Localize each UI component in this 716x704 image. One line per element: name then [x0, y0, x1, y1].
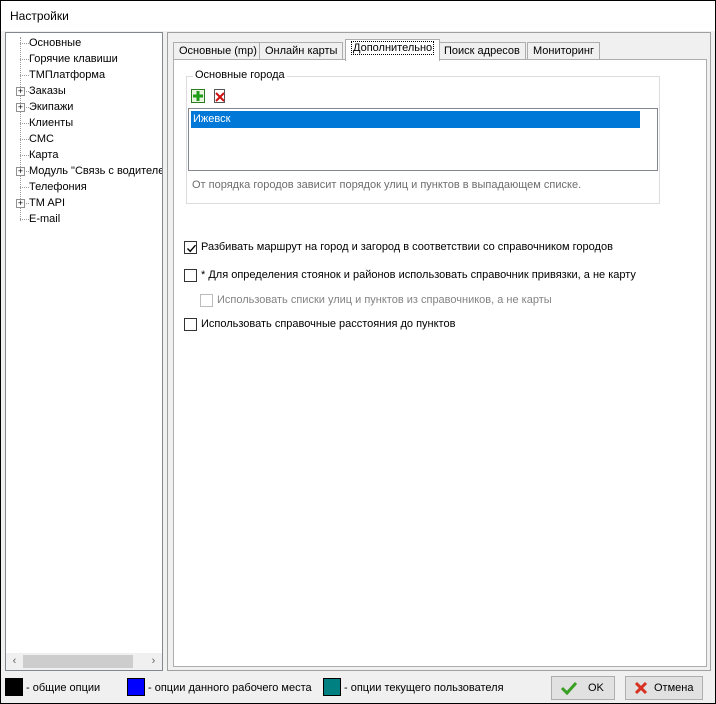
tree-item-email[interactable]: E-mail	[6, 211, 162, 227]
main-cities-group: Основные города Ижевск От порядка городо…	[186, 69, 660, 204]
checkbox-box[interactable]	[184, 269, 197, 282]
cross-icon	[634, 681, 648, 703]
legend-general-label: - общие опции	[26, 682, 101, 694]
expand-plus-icon[interactable]: +	[16, 199, 25, 208]
legend-workstation-label: - опции данного рабочего места	[148, 682, 312, 694]
expand-plus-icon[interactable]: +	[16, 87, 25, 96]
street-lists-checkbox: Использовать списки улиц и пунктов из сп…	[200, 293, 552, 309]
checkbox-box[interactable]	[184, 318, 197, 331]
legend-user-label: - опции текущего пользователя	[344, 682, 504, 694]
settings-content: Основные (mp) Онлайн карты Дополнительно…	[167, 32, 711, 671]
tree-horizontal-scrollbar[interactable]: ‹ ›	[6, 653, 162, 670]
tree-list: Основные Горячие клавиши ТМПлатформа + За…	[6, 35, 162, 655]
expand-plus-icon[interactable]: +	[16, 167, 25, 176]
reference-distances-checkbox[interactable]: Использовать справочные расстояния до пу…	[184, 317, 455, 333]
scroll-left-icon[interactable]: ‹	[6, 653, 23, 670]
tree-item-clients[interactable]: Клиенты	[6, 115, 162, 131]
scrollbar-thumb[interactable]	[23, 655, 133, 668]
group-title: Основные города	[193, 69, 287, 81]
tree-item-crews[interactable]: + Экипажи	[6, 99, 162, 115]
expand-plus-icon[interactable]: +	[16, 103, 25, 112]
tab-basic-mp[interactable]: Основные (mp)	[173, 42, 263, 60]
list-item-city[interactable]: Ижевск	[191, 111, 640, 128]
checkmark-icon	[186, 244, 197, 253]
tree-item-driver-module[interactable]: + Модуль "Связь с водителе	[6, 163, 162, 179]
tab-online-maps[interactable]: Онлайн карты	[259, 42, 344, 60]
ok-button[interactable]: OK	[551, 676, 615, 700]
tab-address-search[interactable]: Поиск адресов	[438, 42, 526, 60]
delete-icon[interactable]	[213, 89, 229, 105]
tree-item-tmplatform[interactable]: ТМПлатформа	[6, 67, 162, 83]
check-icon	[560, 681, 578, 703]
tab-advanced[interactable]: Дополнительно	[345, 39, 441, 61]
legend-swatch-general	[5, 678, 23, 696]
binding-directory-checkbox[interactable]: * Для определения стоянок и районов испо…	[184, 268, 636, 284]
tree-item-telephony[interactable]: Телефония	[6, 179, 162, 195]
checkbox-box	[200, 294, 213, 307]
tab-monitoring[interactable]: Мониторинг	[527, 42, 601, 60]
settings-window: Настройки Основные Горячие клавиши ТМПла…	[0, 0, 716, 704]
cities-note: От порядка городов зависит порядок улиц …	[192, 179, 582, 191]
settings-tree[interactable]: Основные Горячие клавиши ТМПлатформа + За…	[5, 32, 163, 671]
checkbox-box[interactable]	[184, 241, 197, 254]
tree-item-map[interactable]: Карта	[6, 147, 162, 163]
cancel-button[interactable]: Отмена	[625, 676, 703, 700]
tree-item-tm-api[interactable]: + TM API	[6, 195, 162, 211]
split-route-checkbox[interactable]: Разбивать маршрут на город и загород в с…	[184, 240, 613, 256]
cities-list[interactable]: Ижевск	[188, 108, 658, 171]
tree-item-sms[interactable]: СМС	[6, 131, 162, 147]
window-title: Настройки	[1, 1, 715, 31]
legend-swatch-workstation	[127, 678, 145, 696]
tree-item-orders[interactable]: + Заказы	[6, 83, 162, 99]
tree-item-basic[interactable]: Основные	[6, 35, 162, 51]
scroll-right-icon[interactable]: ›	[145, 653, 162, 670]
tree-item-hotkeys[interactable]: Горячие клавиши	[6, 51, 162, 67]
add-icon[interactable]	[191, 89, 207, 105]
tab-page-advanced: Основные города Ижевск От порядка городо…	[173, 59, 707, 667]
legend-swatch-user	[323, 678, 341, 696]
